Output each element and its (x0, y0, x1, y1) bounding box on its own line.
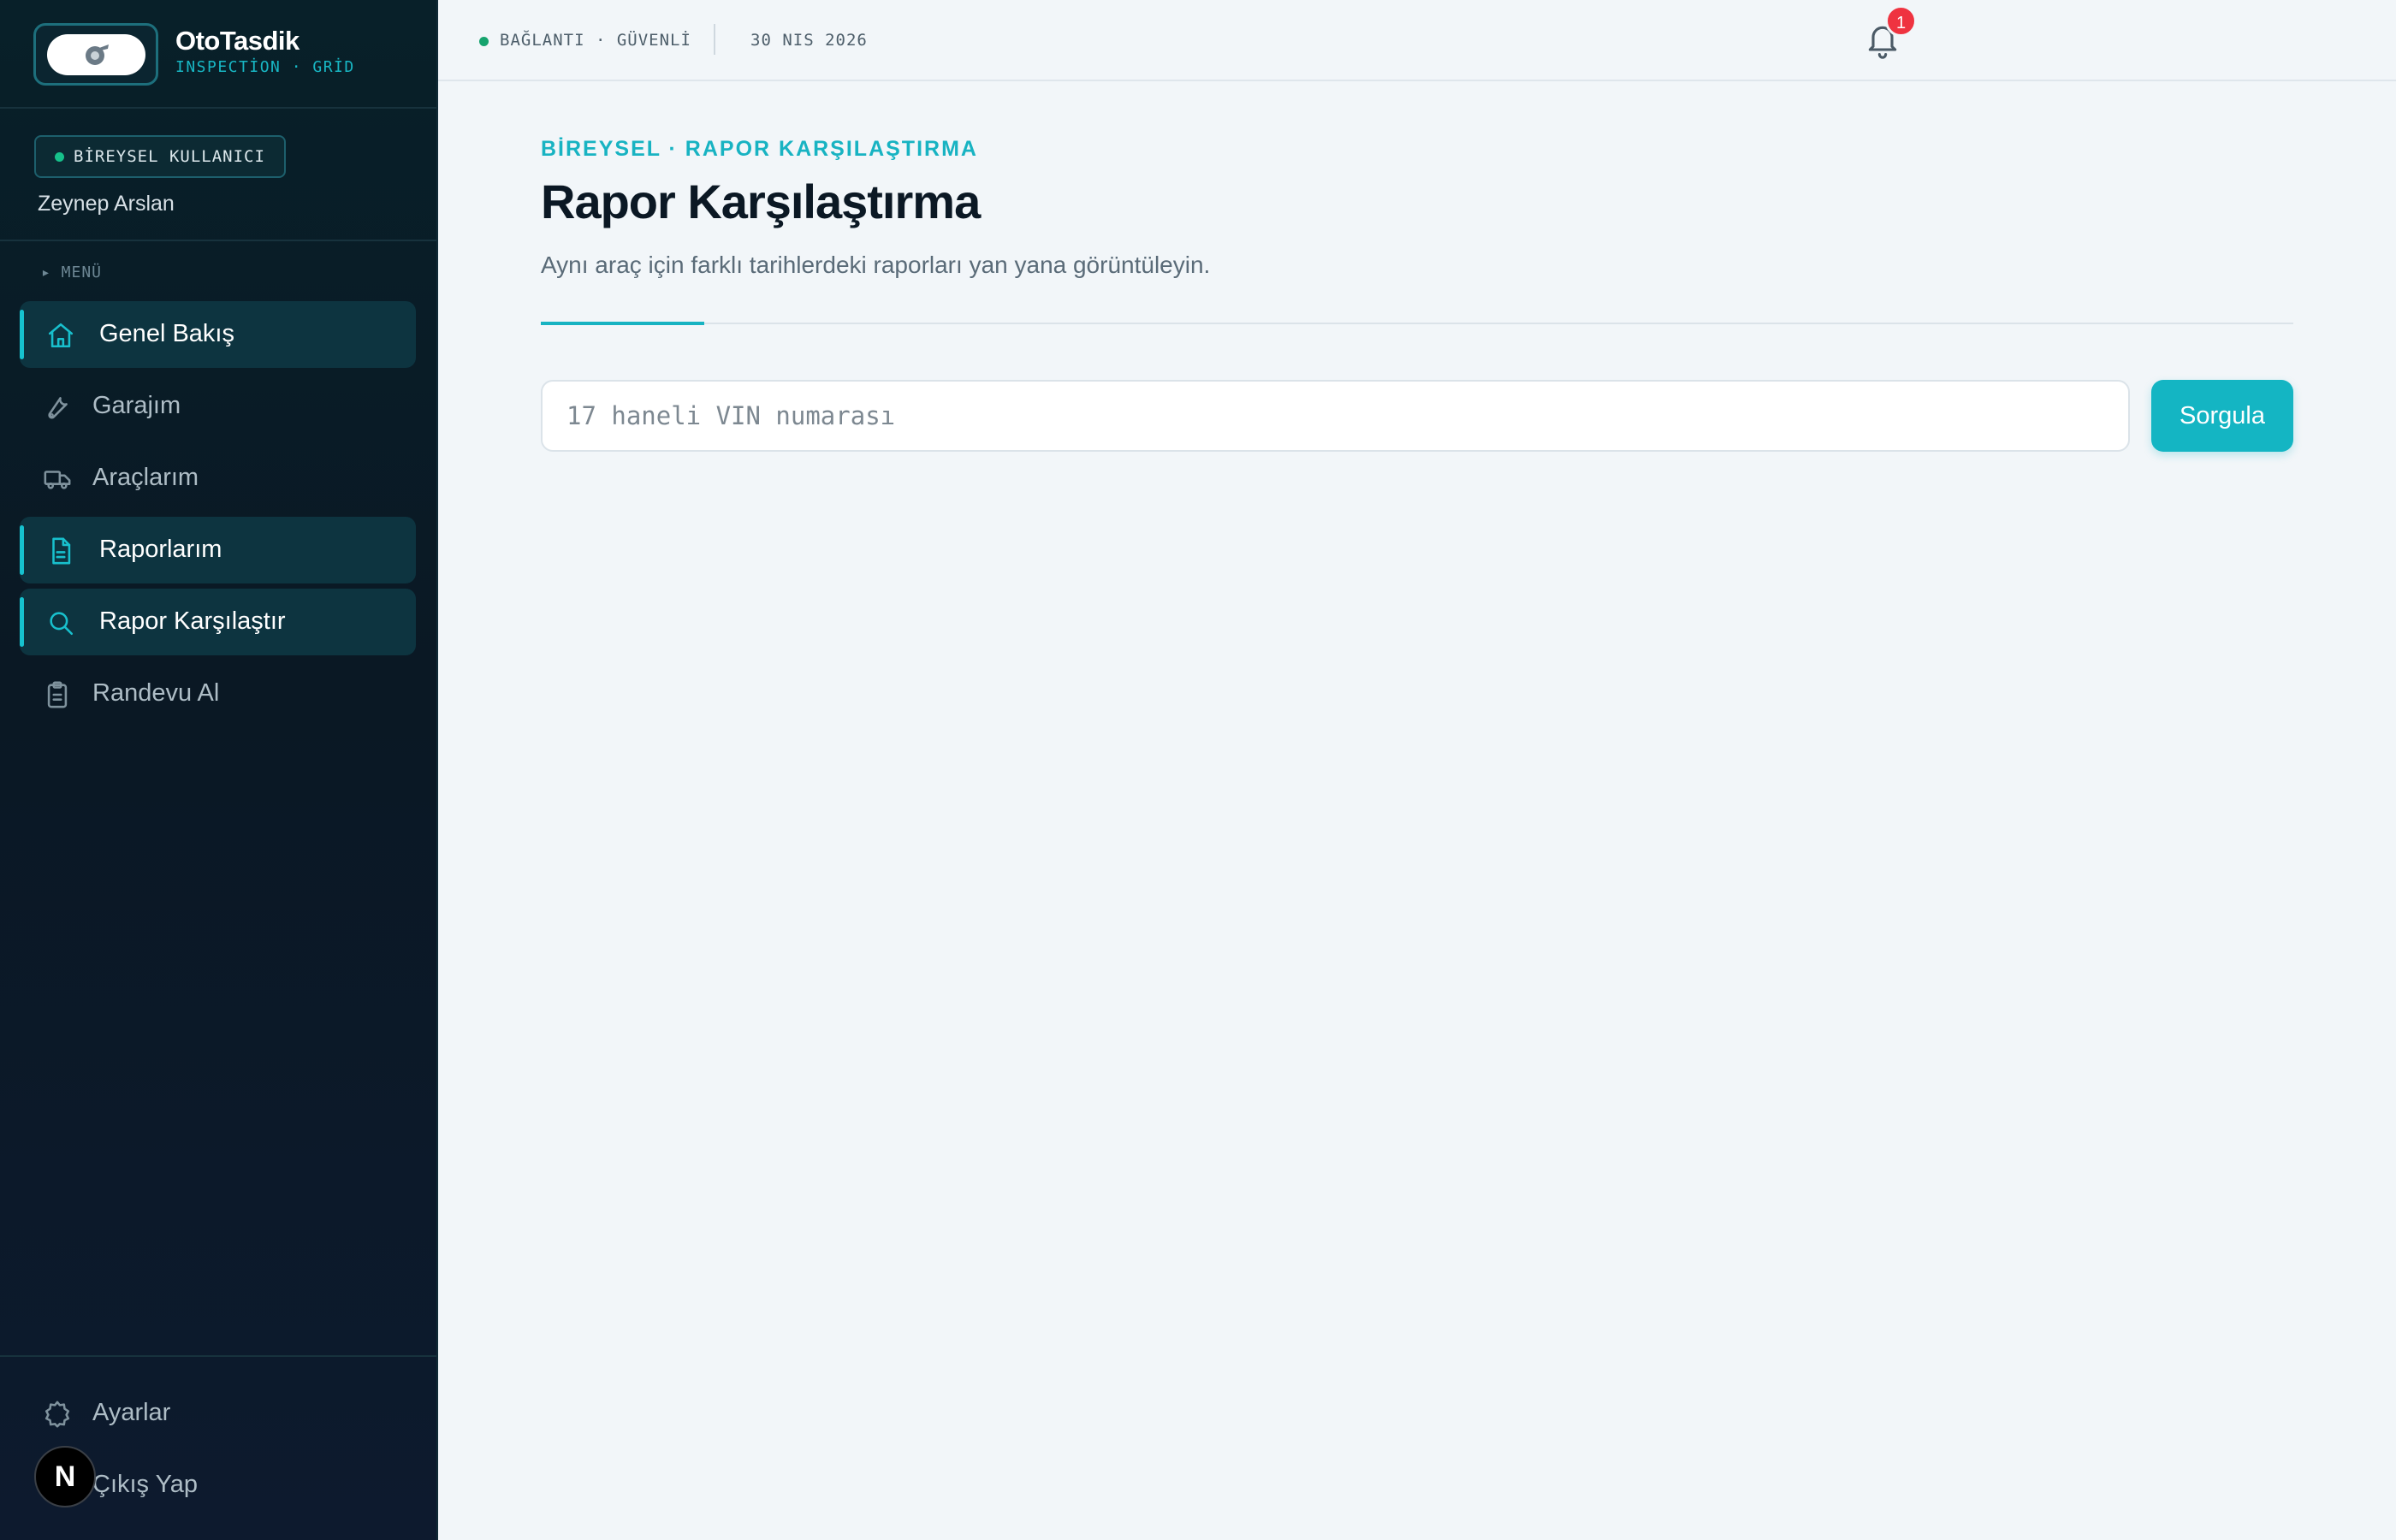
document-icon (52, 537, 71, 565)
brand-name: OtoTasdik (175, 26, 300, 56)
sidebar-item-garajim[interactable]: Garajım (20, 373, 416, 440)
sidebar-item-genel-bakis[interactable]: Genel Bakış (20, 301, 416, 368)
home-icon (48, 323, 74, 348)
user-panel: BİREYSEL KULLANICI Zeynep Arslan (0, 109, 436, 241)
query-button[interactable]: Sorgula (2151, 380, 2293, 452)
sidebar-item-rapor-karsilastir[interactable]: Rapor Karşılaştır (20, 589, 416, 655)
sidebar-item-label: Ayarlar (92, 1399, 171, 1426)
gear-icon (44, 1401, 70, 1428)
clipboard-icon (47, 681, 68, 708)
sidebar-item-label: Araçlarım (92, 464, 199, 491)
page-title: Rapor Karşılaştırma (541, 175, 981, 228)
sidebar-item-label: Garajım (92, 392, 181, 419)
divider-accent (541, 322, 704, 325)
brand-header: OtoTasdik INSPECTİON · GRİD (0, 0, 436, 109)
sidebar-item-label: Randevu Al (92, 679, 220, 707)
divider (714, 24, 715, 55)
divider (541, 323, 2293, 324)
status-dot (479, 37, 489, 46)
current-date: 30 NIS 2026 (750, 31, 868, 50)
page-subtitle: Aynı araç için farklı tarihlerdeki rapor… (541, 252, 1211, 278)
vin-input[interactable] (541, 380, 2130, 452)
logo-icon (86, 44, 109, 65)
avatar[interactable]: N (34, 1446, 96, 1507)
breadcrumb: BİREYSEL · RAPOR KARŞILAŞTIRMA (541, 137, 978, 161)
role-badge: BİREYSEL KULLANICI (34, 135, 286, 178)
connection-status: BAĞLANTI · GÜVENLİ (479, 31, 691, 50)
menu-title: ▸ MENÜ (41, 264, 103, 281)
status-dot (55, 152, 64, 162)
brand-subtitle: INSPECTİON · GRİD (175, 58, 355, 76)
sidebar-item-label: Rapor Karşılaştır (99, 607, 286, 635)
sidebar-item-randevu-al[interactable]: Randevu Al (20, 660, 416, 727)
search-icon (50, 612, 74, 636)
sidebar-item-label: Raporlarım (99, 536, 222, 563)
top-bar: BAĞLANTI · GÜVENLİ 30 NIS 2026 (438, 0, 2396, 81)
sidebar-item-raporlarim[interactable]: Raporlarım (20, 517, 416, 583)
sidebar: OtoTasdik INSPECTİON · GRİD BİREYSEL KUL… (0, 0, 438, 1540)
sidebar-item-ayarlar[interactable]: Ayarlar (20, 1380, 416, 1447)
connection-status-label: BAĞLANTI · GÜVENLİ (500, 31, 691, 50)
user-name: Zeynep Arslan (38, 192, 175, 216)
sidebar-item-label: Çıkış Yap (92, 1471, 199, 1498)
brand-logo[interactable] (33, 23, 158, 86)
role-badge-label: BİREYSEL KULLANICI (74, 147, 265, 166)
wrench-icon (48, 397, 68, 419)
truck-icon (44, 471, 71, 489)
sidebar-item-araclarim[interactable]: Araçlarım (20, 445, 416, 512)
sidebar-item-label: Genel Bakış (99, 320, 234, 347)
notification-badge: 1 (1885, 5, 1917, 37)
